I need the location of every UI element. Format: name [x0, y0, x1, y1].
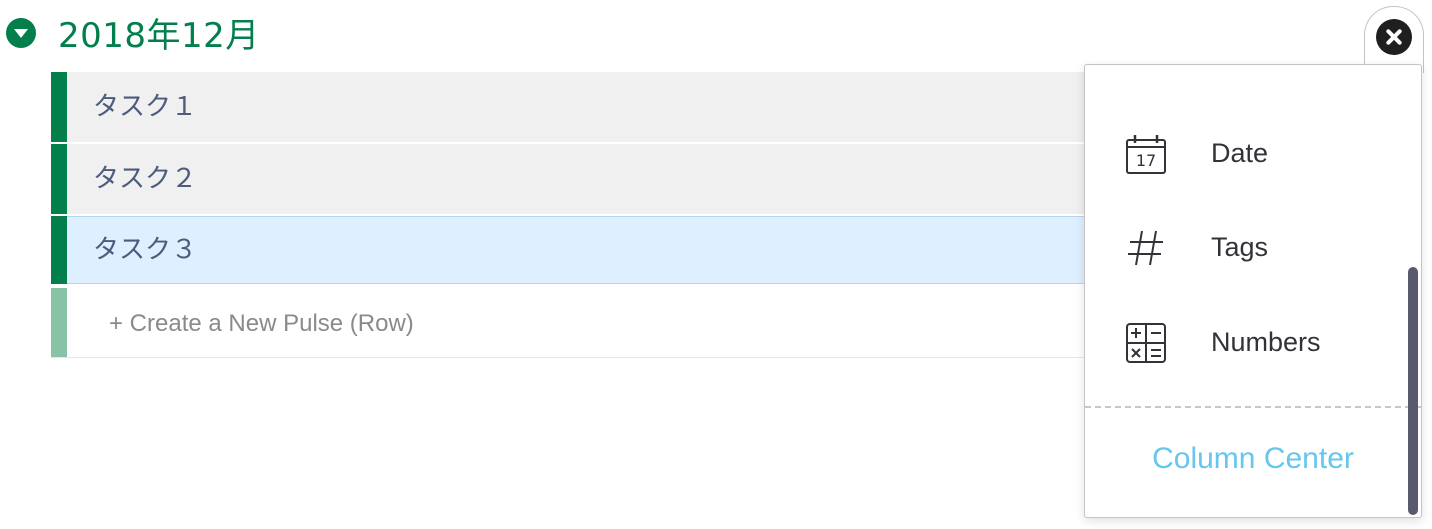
svg-text:17: 17 [1136, 151, 1156, 170]
menu-scrollbar[interactable] [1408, 267, 1418, 515]
caret-down-icon[interactable] [6, 18, 36, 48]
hash-icon [1128, 230, 1163, 266]
column-center-link[interactable]: Column Center [1085, 427, 1421, 491]
row-name[interactable]: タスク２ [93, 144, 197, 214]
menu-item-label: Tags [1211, 232, 1269, 262]
row-color-bar [51, 288, 67, 357]
menu-item-label: Numbers [1211, 327, 1321, 357]
table-row-selected[interactable]: タスク３ [51, 216, 1091, 284]
timeline-icon [1125, 64, 1167, 77]
row-name[interactable]: タスク１ [93, 72, 197, 142]
row-color-bar [51, 72, 67, 142]
menu-divider [1085, 406, 1421, 408]
menu-item-timeline[interactable]: Timeline [1085, 64, 1405, 95]
row-color-bar [51, 216, 67, 284]
column-type-menu: Timeline 17 Date Tags [1084, 64, 1422, 518]
menu-item-numbers[interactable]: Numbers [1085, 302, 1405, 382]
menu-item-date[interactable]: 17 Date [1085, 113, 1405, 193]
calendar-icon: 17 [1126, 135, 1166, 174]
close-icon[interactable] [1376, 19, 1412, 55]
menu-item-label: Date [1211, 138, 1269, 168]
create-row-input[interactable]: + Create a New Pulse (Row) [51, 288, 1091, 358]
calculator-icon [1126, 323, 1166, 363]
group-header: 2018年12月 [0, 0, 1080, 62]
menu-item-label: Timeline [1211, 65, 1312, 95]
create-row-placeholder[interactable]: + Create a New Pulse (Row) [109, 288, 414, 360]
menu-item-tags[interactable]: Tags [1085, 207, 1405, 287]
row-name[interactable]: タスク３ [93, 216, 197, 284]
table-row[interactable]: タスク２ [51, 144, 1091, 214]
row-color-bar [51, 144, 67, 214]
table-row[interactable]: タスク１ [51, 72, 1091, 142]
group-title[interactable]: 2018年12月 [58, 8, 260, 57]
